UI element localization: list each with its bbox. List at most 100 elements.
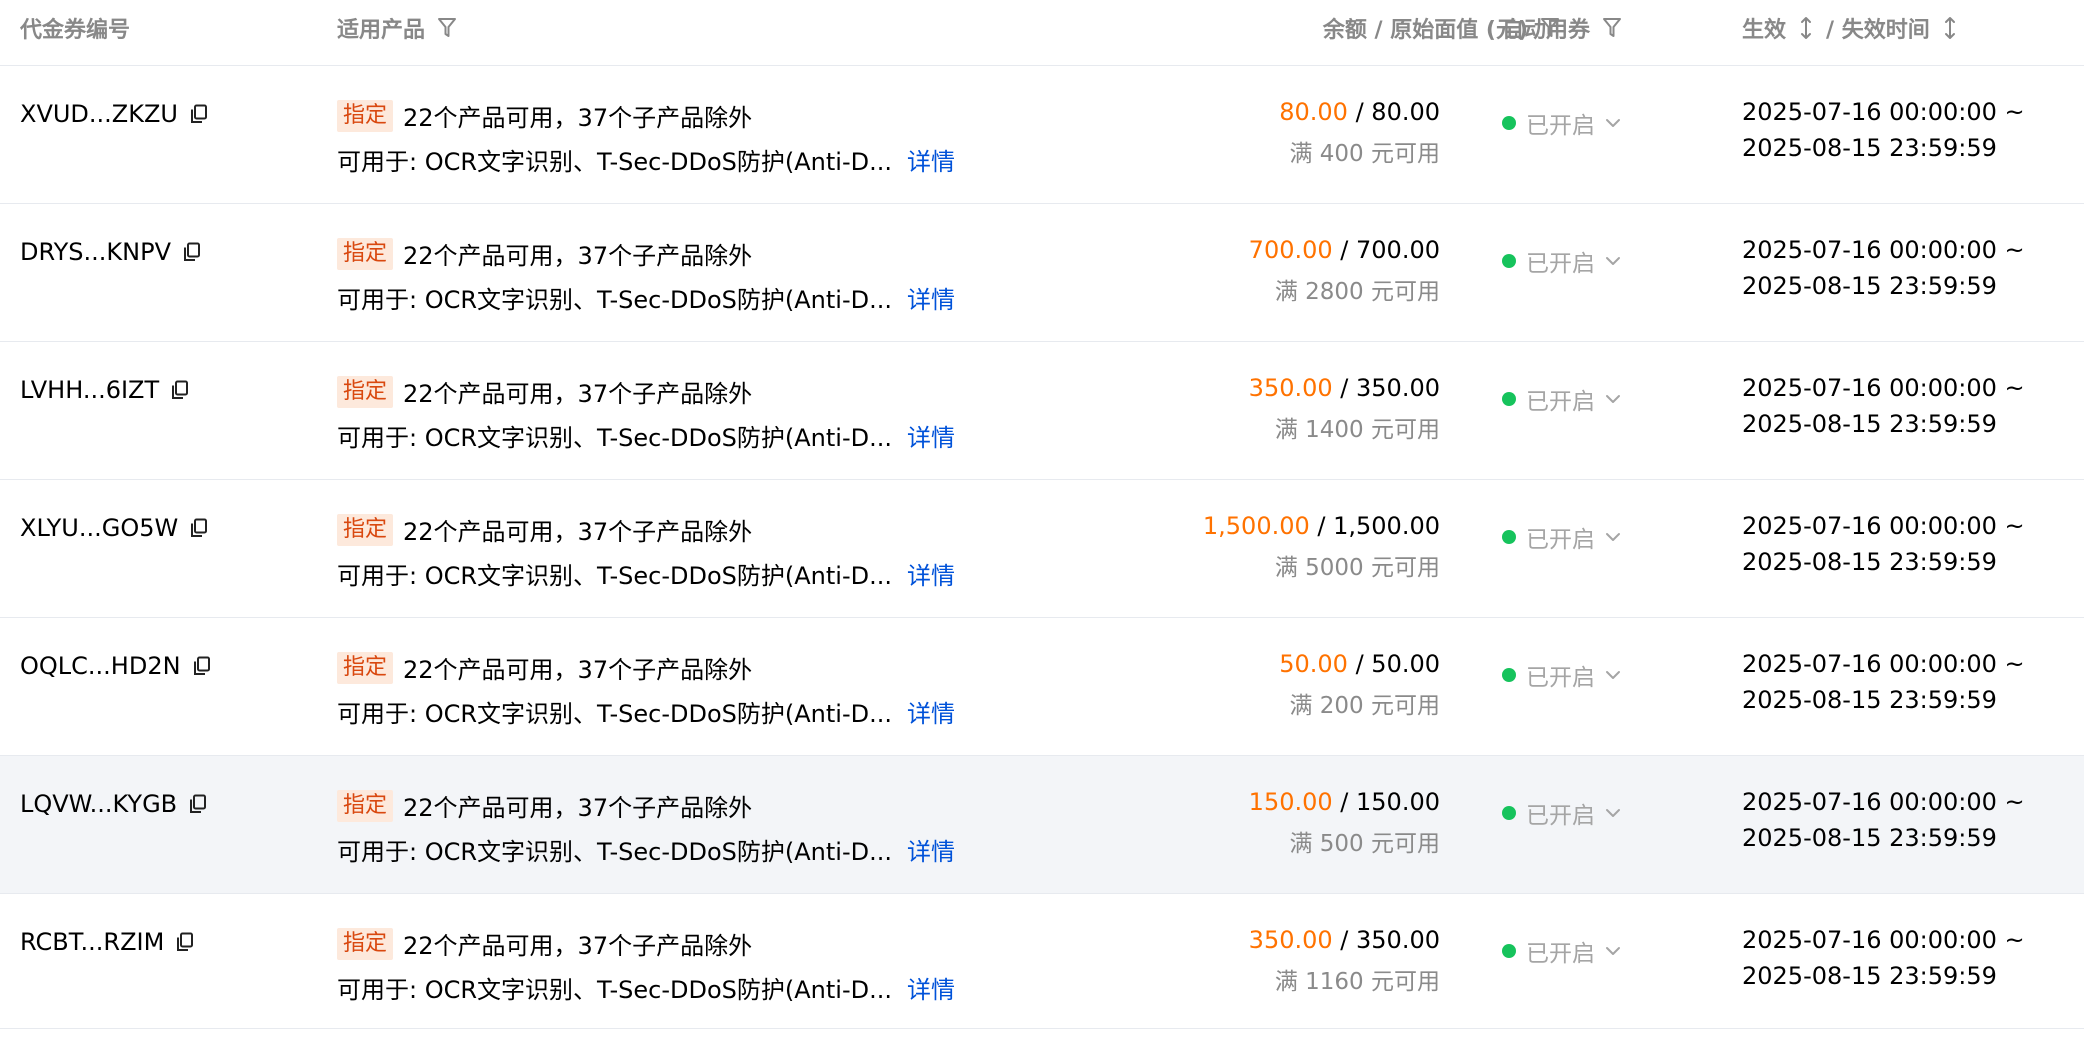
balance-value: 700.00 <box>1248 236 1333 264</box>
amount-line: 700.00 / 700.00 <box>1249 236 1440 264</box>
threshold-text: 满 500 元可用 <box>1289 831 1440 857</box>
status-dot-icon <box>1502 116 1516 130</box>
voucher-code-cell: LVHH...6IZT <box>20 376 189 404</box>
end-time: 2025-08-15 23:59:59 <box>1742 824 1997 852</box>
auto-use-dropdown[interactable]: 已开启 <box>1502 106 1621 140</box>
end-time: 2025-08-15 23:59:59 <box>1742 962 1997 990</box>
voucher-code: OQLC...HD2N <box>20 652 181 680</box>
table-row: XVUD...ZKZU 指定 22个产品可用，37个子产品除外 可用于: OCR… <box>0 66 2084 204</box>
table-row: OQLC...HD2N 指定 22个产品可用，37个子产品除外 可用于: OCR… <box>0 618 2084 756</box>
designated-tag: 指定 <box>337 99 394 132</box>
auto-use-status: 已开启 <box>1526 251 1595 277</box>
chevron-down-icon <box>1605 946 1621 956</box>
detail-link[interactable]: 详情 <box>907 142 955 177</box>
status-dot-icon <box>1502 254 1516 268</box>
auto-use-dropdown[interactable]: 已开启 <box>1502 658 1621 692</box>
column-header-time: 生效 / 失效时间 <box>1742 0 1970 56</box>
face-value: / 80.00 <box>1355 98 1440 126</box>
auto-use-dropdown[interactable]: 已开启 <box>1502 382 1621 416</box>
detail-link[interactable]: 详情 <box>907 832 955 867</box>
product-summary: 22个产品可用，37个子产品除外 <box>403 104 753 132</box>
copy-icon[interactable] <box>193 656 211 676</box>
balance-value: 1,500.00 <box>1202 512 1310 540</box>
voucher-code-cell: XLYU...GO5W <box>20 514 208 542</box>
start-time: 2025-07-16 00:00:00 ~ <box>1742 788 2025 816</box>
detail-link[interactable]: 详情 <box>907 694 955 729</box>
detail-link[interactable]: 详情 <box>907 556 955 591</box>
balance-value: 350.00 <box>1248 926 1333 954</box>
chevron-down-icon <box>1605 532 1621 542</box>
chevron-down-icon <box>1605 670 1621 680</box>
column-header-product: 适用产品 <box>337 0 457 56</box>
designated-tag: 指定 <box>337 237 394 270</box>
auto-use-dropdown[interactable]: 已开启 <box>1502 934 1621 968</box>
face-value: / 350.00 <box>1340 926 1440 954</box>
column-header-code: 代金券编号 <box>20 0 130 56</box>
detail-link[interactable]: 详情 <box>907 280 955 315</box>
sort-icon[interactable] <box>1800 16 1812 40</box>
column-header-product-label: 适用产品 <box>337 18 426 43</box>
copy-icon[interactable] <box>190 518 208 538</box>
amount-line: 350.00 / 350.00 <box>1249 374 1440 402</box>
chevron-down-icon <box>1605 394 1621 404</box>
product-summary: 22个产品可用，37个子产品除外 <box>403 656 753 684</box>
designated-tag: 指定 <box>337 375 394 408</box>
status-dot-icon <box>1502 530 1516 544</box>
start-time: 2025-07-16 00:00:00 ~ <box>1742 650 2025 678</box>
copy-icon[interactable] <box>189 794 207 814</box>
voucher-code-cell: RCBT...RZIM <box>20 928 194 956</box>
voucher-code-cell: LQVW...KYGB <box>20 790 207 818</box>
voucher-code-cell: XVUD...ZKZU <box>20 100 208 128</box>
copy-icon[interactable] <box>183 242 201 262</box>
column-header-code-label: 代金券编号 <box>20 18 131 43</box>
product-summary: 22个产品可用，37个子产品除外 <box>403 518 753 546</box>
column-header-end-label: / 失效时间 <box>1826 18 1930 43</box>
filter-icon[interactable] <box>1602 17 1622 39</box>
designated-tag: 指定 <box>337 927 394 960</box>
product-summary-line: 指定 22个产品可用，37个子产品除外 <box>337 98 752 133</box>
balance-value: 150.00 <box>1248 788 1333 816</box>
column-header-amount-label: 余额 / 原始面值 (元) <box>1322 18 1528 43</box>
face-value: / 1,500.00 <box>1317 512 1440 540</box>
product-detail: 可用于: OCR文字识别、T-Sec-DDoS防护(Anti-D... <box>337 148 892 176</box>
auto-use-dropdown[interactable]: 已开启 <box>1502 520 1621 554</box>
start-time: 2025-07-16 00:00:00 ~ <box>1742 926 2025 954</box>
designated-tag: 指定 <box>337 513 394 546</box>
start-time: 2025-07-16 00:00:00 ~ <box>1742 374 2025 402</box>
auto-use-status: 已开启 <box>1526 665 1595 691</box>
product-summary: 22个产品可用，37个子产品除外 <box>403 794 753 822</box>
face-value: / 350.00 <box>1340 374 1440 402</box>
end-time: 2025-08-15 23:59:59 <box>1742 410 1997 438</box>
auto-use-dropdown[interactable]: 已开启 <box>1502 796 1621 830</box>
end-time: 2025-08-15 23:59:59 <box>1742 134 1997 162</box>
auto-use-dropdown[interactable]: 已开启 <box>1502 244 1621 278</box>
amount-line: 350.00 / 350.00 <box>1249 926 1440 954</box>
copy-icon[interactable] <box>190 104 208 124</box>
balance-value: 350.00 <box>1248 374 1333 402</box>
voucher-code: LVHH...6IZT <box>20 376 160 404</box>
product-detail: 可用于: OCR文字识别、T-Sec-DDoS防护(Anti-D... <box>337 838 892 866</box>
column-header-auto-label: 自动用券 <box>1502 18 1591 43</box>
table-row: LVHH...6IZT 指定 22个产品可用，37个子产品除外 可用于: OCR… <box>0 342 2084 480</box>
end-time: 2025-08-15 23:59:59 <box>1742 686 1997 714</box>
threshold-text: 满 5000 元可用 <box>1274 555 1440 581</box>
balance-value: 80.00 <box>1279 98 1348 126</box>
amount-line: 50.00 / 50.00 <box>1279 650 1440 678</box>
product-detail: 可用于: OCR文字识别、T-Sec-DDoS防护(Anti-D... <box>337 286 892 314</box>
amount-line: 1,500.00 / 1,500.00 <box>1203 512 1440 540</box>
sort-icon[interactable] <box>1944 16 1956 40</box>
start-time: 2025-07-16 00:00:00 ~ <box>1742 512 2025 540</box>
designated-tag: 指定 <box>337 789 394 822</box>
voucher-code-cell: OQLC...HD2N <box>20 652 211 680</box>
table-header: 代金券编号 适用产品 余额 / 原始面值 (元) 自动用券 生效 / 失效时间 <box>0 0 2084 66</box>
end-time: 2025-08-15 23:59:59 <box>1742 272 1997 300</box>
detail-link[interactable]: 详情 <box>907 970 955 1005</box>
copy-icon[interactable] <box>176 932 194 952</box>
status-dot-icon <box>1502 668 1516 682</box>
product-summary-line: 指定 22个产品可用，37个子产品除外 <box>337 236 752 271</box>
detail-link[interactable]: 详情 <box>907 418 955 453</box>
status-dot-icon <box>1502 944 1516 958</box>
copy-icon[interactable] <box>171 380 189 400</box>
filter-icon[interactable] <box>437 17 457 39</box>
auto-use-status: 已开启 <box>1526 803 1595 829</box>
